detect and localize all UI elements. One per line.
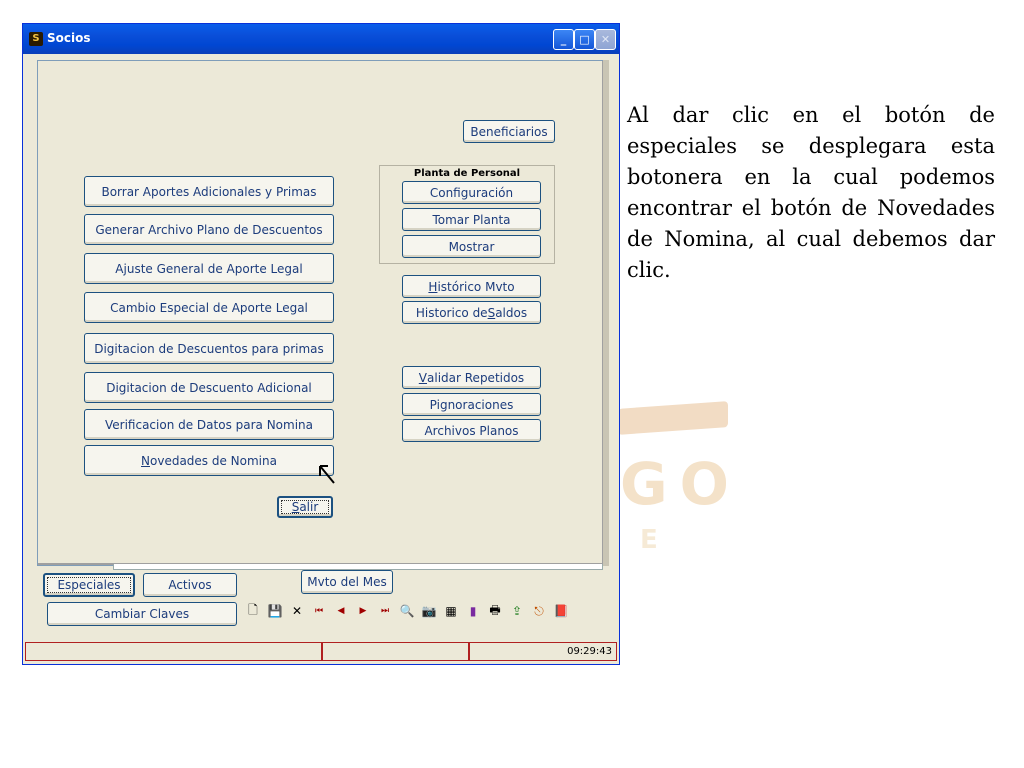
new-icon[interactable]: 🗋: [243, 601, 263, 621]
salir-mnemonic: S: [291, 500, 300, 514]
novedades-label: ovedades de Nomina: [150, 453, 277, 468]
mostrar-button[interactable]: Mostrar: [402, 235, 541, 258]
archivos-planos-button[interactable]: Archivos Planos: [402, 419, 541, 442]
cambio-especial-button[interactable]: Cambio Especial de Aporte Legal: [84, 292, 334, 323]
historico-saldos-prefix: Historico de: [415, 305, 488, 320]
chart-icon[interactable]: ▮: [463, 601, 483, 621]
status-time: 09:29:43: [469, 642, 617, 661]
next-record-icon[interactable]: ▶: [353, 601, 373, 621]
record-toolbar: 🗋 💾 ✕ ⏮ ◀ ▶ ⏭ 🔍 📷 ▦ ▮ 🖶 ⇪ ⎋ 📕: [243, 600, 601, 622]
previous-record-icon[interactable]: ◀: [331, 601, 351, 621]
historico-saldos-label: aldos: [495, 305, 528, 320]
novedades-nomina-button[interactable]: Novedades de Nomina: [84, 445, 334, 476]
activos-button[interactable]: Activos: [143, 573, 237, 597]
watermark-subtext: E: [640, 525, 658, 555]
watermark-band: [618, 401, 728, 435]
beneficiarios-button[interactable]: Beneficiarios: [463, 120, 555, 143]
close-button[interactable]: ✕: [595, 29, 616, 50]
verificacion-datos-nomina-button[interactable]: Verificacion de Datos para Nomina: [84, 409, 334, 440]
historico-mvto-mnemonic: H: [428, 279, 438, 294]
mouse-pointer-icon: [319, 465, 335, 484]
save-icon[interactable]: 💾: [265, 601, 285, 621]
first-record-icon[interactable]: ⏮: [309, 601, 329, 621]
digitacion-descuentos-primas-button[interactable]: Digitacion de Descuentos para primas: [84, 333, 334, 364]
tomar-planta-button[interactable]: Tomar Planta: [402, 208, 541, 231]
watermark-text: GO: [620, 450, 741, 518]
validar-repetidos-button[interactable]: Validar Repetidos: [402, 366, 541, 389]
borrar-aportes-button[interactable]: Borrar Aportes Adicionales y Primas: [84, 176, 334, 207]
historico-mvto-button[interactable]: Histórico Mvto: [402, 275, 541, 298]
validar-mnemonic: V: [418, 370, 428, 385]
status-cell-2: [322, 642, 469, 661]
export-icon[interactable]: ⇪: [507, 601, 527, 621]
historico-mvto-label: istórico Mvto: [437, 279, 515, 294]
close-book-icon[interactable]: 📕: [551, 601, 571, 621]
window-title: Socios: [47, 31, 91, 45]
maximize-button[interactable]: □: [574, 29, 595, 50]
configuracion-button[interactable]: Configuración: [402, 181, 541, 204]
cambiar-claves-button[interactable]: Cambiar Claves: [47, 602, 237, 626]
instruction-text: Al dar clic en el botón de especiales se…: [627, 103, 995, 282]
planta-personal-label: Planta de Personal: [413, 168, 521, 179]
generar-archivo-plano-button[interactable]: Generar Archivo Plano de Descuentos: [84, 214, 334, 245]
status-bar: 09:29:43: [25, 642, 617, 662]
last-record-icon[interactable]: ⏭: [375, 601, 395, 621]
title-bar[interactable]: S Socios _ □ ✕: [23, 24, 619, 54]
salir-button[interactable]: Salir: [277, 496, 333, 518]
delete-icon[interactable]: ✕: [287, 601, 307, 621]
pignoraciones-button[interactable]: Pignoraciones: [402, 393, 541, 416]
socios-window: S Socios _ □ ✕ Borrar Aportes Adicionale…: [22, 23, 620, 665]
historico-saldos-mnemonic: S: [487, 305, 496, 320]
ajuste-general-button[interactable]: Ajuste General de Aporte Legal: [84, 253, 334, 284]
especiales-button[interactable]: Especiales: [43, 573, 135, 597]
mvto-del-mes-button[interactable]: Mvto del Mes: [301, 570, 393, 594]
novedades-mnemonic: N: [141, 453, 150, 468]
watermark-logo: GO E: [600, 395, 790, 575]
digitacion-descuento-adicional-button[interactable]: Digitacion de Descuento Adicional: [84, 372, 334, 403]
historico-saldos-button[interactable]: Historico de Saldos: [402, 301, 541, 324]
status-cell-1: [25, 642, 322, 661]
camera-icon[interactable]: 📷: [419, 601, 439, 621]
app-icon: S: [29, 32, 43, 46]
grid-icon[interactable]: ▦: [441, 601, 461, 621]
panel-edge: [603, 60, 609, 566]
validar-label: alidar Repetidos: [427, 370, 525, 385]
print-icon[interactable]: 🖶: [485, 601, 505, 621]
minimize-button[interactable]: _: [553, 29, 574, 50]
binoculars-icon[interactable]: 🔍: [397, 601, 417, 621]
exit-door-icon[interactable]: ⎋: [529, 601, 549, 621]
salir-label: alir: [299, 500, 319, 514]
